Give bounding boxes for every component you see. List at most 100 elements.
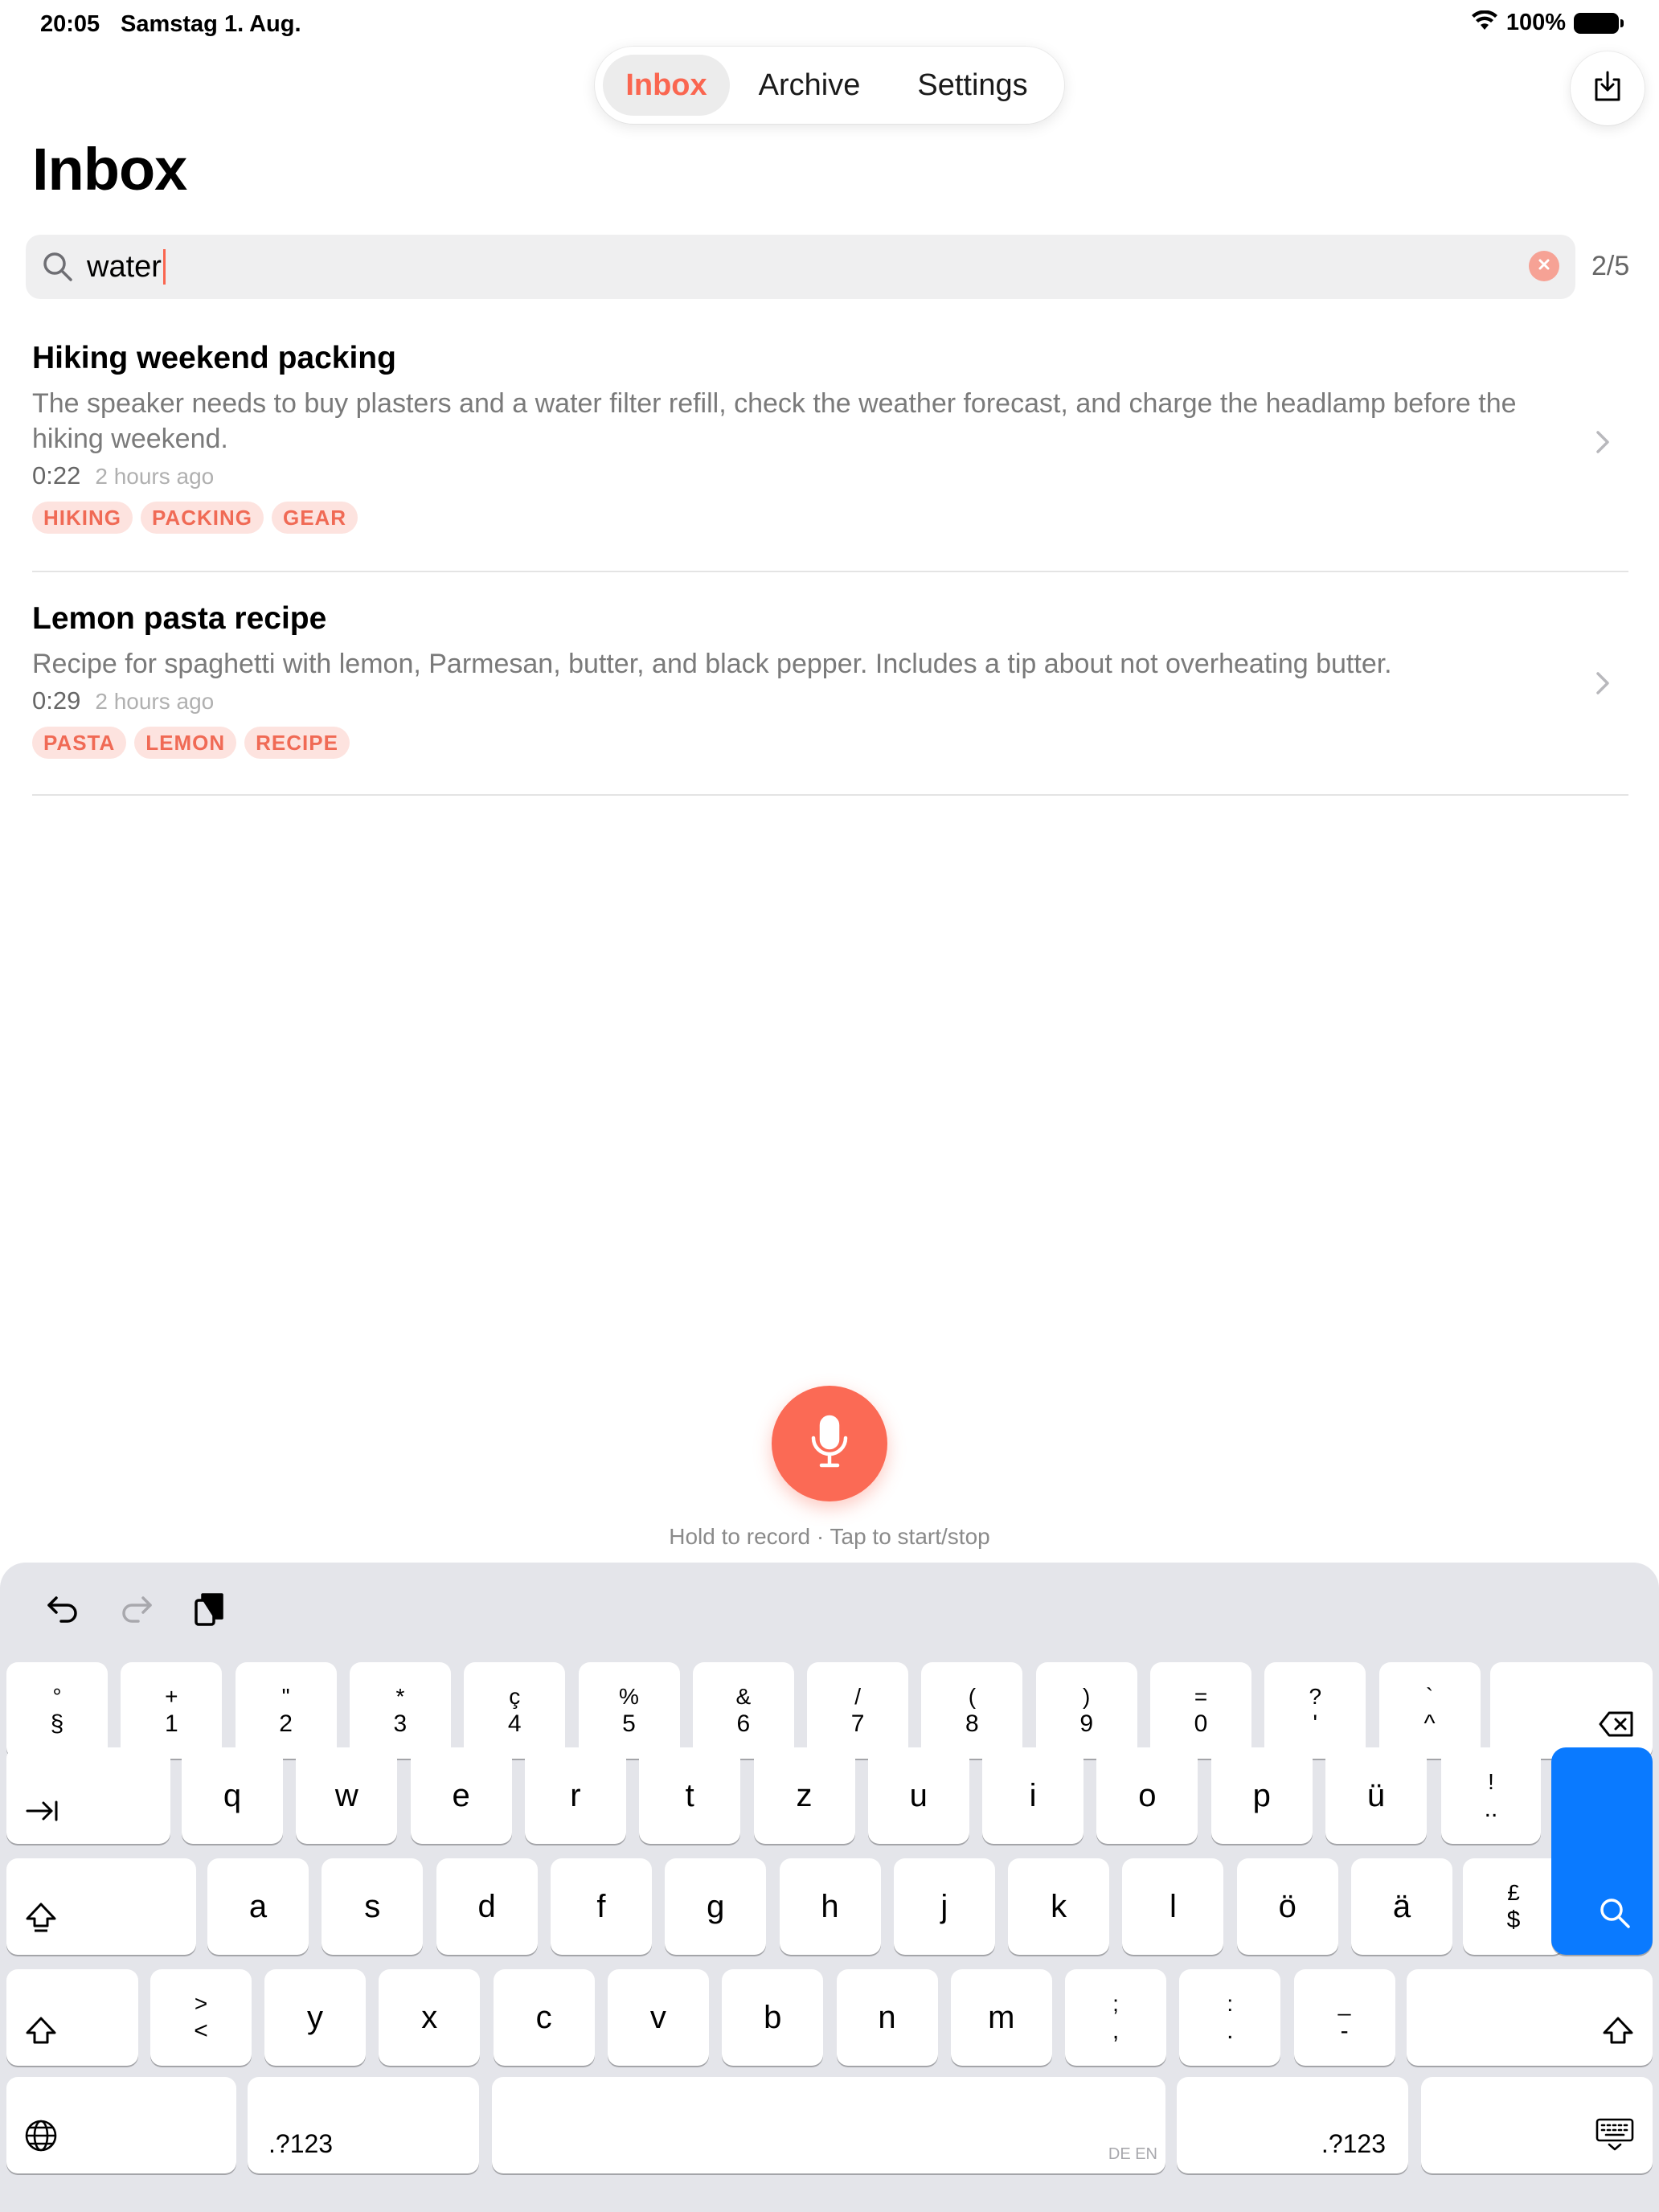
key-ü[interactable]: ü [1325, 1747, 1427, 1844]
shift-key-right[interactable] [1407, 1969, 1653, 2066]
key-shift-label: ; [1112, 1991, 1119, 2016]
key-b[interactable]: b [722, 1969, 824, 2066]
key-y[interactable]: y [264, 1969, 366, 2066]
key-punct[interactable]: :. [1179, 1969, 1281, 2066]
key-2[interactable]: " 2 [235, 1662, 337, 1759]
key-shift-label: * [395, 1684, 405, 1709]
key-label: a [248, 1888, 268, 1924]
key-a[interactable]: a [207, 1858, 309, 1955]
redo-button[interactable] [113, 1587, 161, 1635]
key-![interactable]: !.. [1441, 1747, 1541, 1844]
export-button[interactable] [1571, 51, 1645, 125]
key-j[interactable]: j [893, 1858, 995, 1955]
key-label: s [364, 1888, 381, 1924]
numbers-key-right[interactable]: .?123 [1177, 2077, 1408, 2173]
record-button[interactable] [772, 1386, 887, 1501]
note-meta: 0:29 2 hours ago [32, 686, 1627, 715]
key-label: g [707, 1888, 725, 1924]
shift-arrow-icon [24, 1902, 58, 1942]
key-8[interactable]: (8 [921, 1662, 1023, 1759]
search-value: water [87, 248, 166, 286]
key-4[interactable]: ç4 [464, 1662, 566, 1759]
key-label: p [1252, 1777, 1271, 1813]
clear-search-button[interactable] [1529, 251, 1559, 281]
tag-list: HIKING PACKING GEAR [32, 502, 1627, 534]
note-summary: Recipe for spaghetti with lemon, Parmesa… [32, 649, 1392, 679]
key-g[interactable]: g [665, 1858, 767, 1955]
key-e[interactable]: e [410, 1747, 512, 1844]
key-§[interactable]: ° § [6, 1662, 108, 1759]
key-label: m [988, 1999, 1015, 2035]
record-hint: Hold to record · Tap to start/stop [669, 1524, 990, 1549]
tag: LEMON [134, 727, 237, 759]
key-less-than[interactable]: > < [150, 1969, 252, 2066]
key-h[interactable]: h [779, 1858, 881, 1955]
key-t[interactable]: t [639, 1747, 741, 1844]
status-date: Samstag 1. Aug. [121, 11, 301, 37]
key-label: ü [1366, 1777, 1386, 1813]
key-punct[interactable]: ;, [1065, 1969, 1166, 2066]
space-key[interactable]: DE EN [492, 2077, 1165, 2173]
caps-lock-key[interactable] [6, 1858, 196, 1955]
paste-button[interactable] [185, 1587, 233, 1635]
key-9[interactable]: ) 9 [1035, 1662, 1137, 1759]
key-0[interactable]: = 0 [1150, 1662, 1251, 1759]
key-i[interactable]: i [982, 1747, 1084, 1844]
tab-settings[interactable]: Settings [889, 55, 1056, 116]
tag: GEAR [271, 502, 358, 534]
key-q[interactable]: q [182, 1747, 283, 1844]
delete-key[interactable] [1490, 1662, 1653, 1759]
key-m[interactable]: m [950, 1969, 1052, 2066]
key-$[interactable]: £ $ [1463, 1858, 1564, 1955]
hide-keyboard-key[interactable] [1421, 2077, 1653, 2173]
key-o[interactable]: o [1096, 1747, 1198, 1844]
key-s[interactable]: s [322, 1858, 424, 1955]
key-x[interactable]: x [379, 1969, 481, 2066]
search-input[interactable]: water [26, 235, 1575, 299]
tab-archive[interactable]: Archive [738, 55, 881, 116]
key-shift-label: ç [509, 1684, 521, 1709]
key-r[interactable]: r [524, 1747, 626, 1844]
key-base-label: ' [1313, 1710, 1318, 1737]
key-v[interactable]: v [607, 1969, 709, 2066]
key-l[interactable]: l [1122, 1858, 1224, 1955]
key-6[interactable]: & 6 [692, 1662, 794, 1759]
undo-button[interactable] [39, 1587, 87, 1635]
key-p[interactable]: p [1210, 1747, 1313, 1844]
key-k[interactable]: k [1008, 1858, 1110, 1955]
divider [32, 571, 1628, 572]
list-item[interactable]: Hiking weekend packing The speaker needs… [32, 341, 1627, 534]
key-f[interactable]: f [550, 1858, 652, 1955]
key-d[interactable]: d [436, 1858, 538, 1955]
key-ö[interactable]: ö [1236, 1858, 1338, 1955]
key-label: b [764, 1999, 782, 2035]
key-'[interactable]: ? ' [1264, 1662, 1366, 1759]
key-label: _ - [1338, 1990, 1351, 2045]
key-c[interactable]: c [493, 1969, 595, 2066]
tab-key[interactable] [6, 1747, 170, 1844]
globe-key[interactable] [6, 2077, 236, 2173]
key-^[interactable]: ` ^ [1378, 1662, 1481, 1759]
tag-list: PASTA LEMON RECIPE [32, 727, 1627, 759]
key-z[interactable]: z [753, 1747, 855, 1844]
shift-key-left[interactable] [6, 1969, 138, 2066]
key-base-label: 7 [850, 1710, 865, 1737]
list-item[interactable]: Lemon pasta recipe Recipe for spaghetti … [32, 601, 1627, 759]
key-7[interactable]: /7 [807, 1662, 909, 1759]
key-shift-label: + [165, 1684, 178, 1709]
key-w[interactable]: w [296, 1747, 398, 1844]
key-label: ö [1278, 1888, 1296, 1924]
key-base-label: < [194, 2017, 208, 2044]
key-3[interactable]: * 3 [349, 1662, 451, 1759]
key-ä[interactable]: ä [1351, 1858, 1452, 1955]
key-punct[interactable]: _ - [1293, 1969, 1395, 2066]
search-key[interactable] [1551, 1747, 1653, 1955]
tab-inbox[interactable]: Inbox [603, 55, 730, 116]
key-n[interactable]: n [836, 1969, 938, 2066]
key-5[interactable]: % 5 [578, 1662, 680, 1759]
key-label: ä [1392, 1888, 1411, 1924]
key-1[interactable]: +1 [121, 1662, 223, 1759]
key-u[interactable]: u [867, 1747, 969, 1844]
key-shift-label: _ [1337, 1991, 1351, 2016]
numbers-key-left[interactable]: .?123 [248, 2077, 479, 2173]
